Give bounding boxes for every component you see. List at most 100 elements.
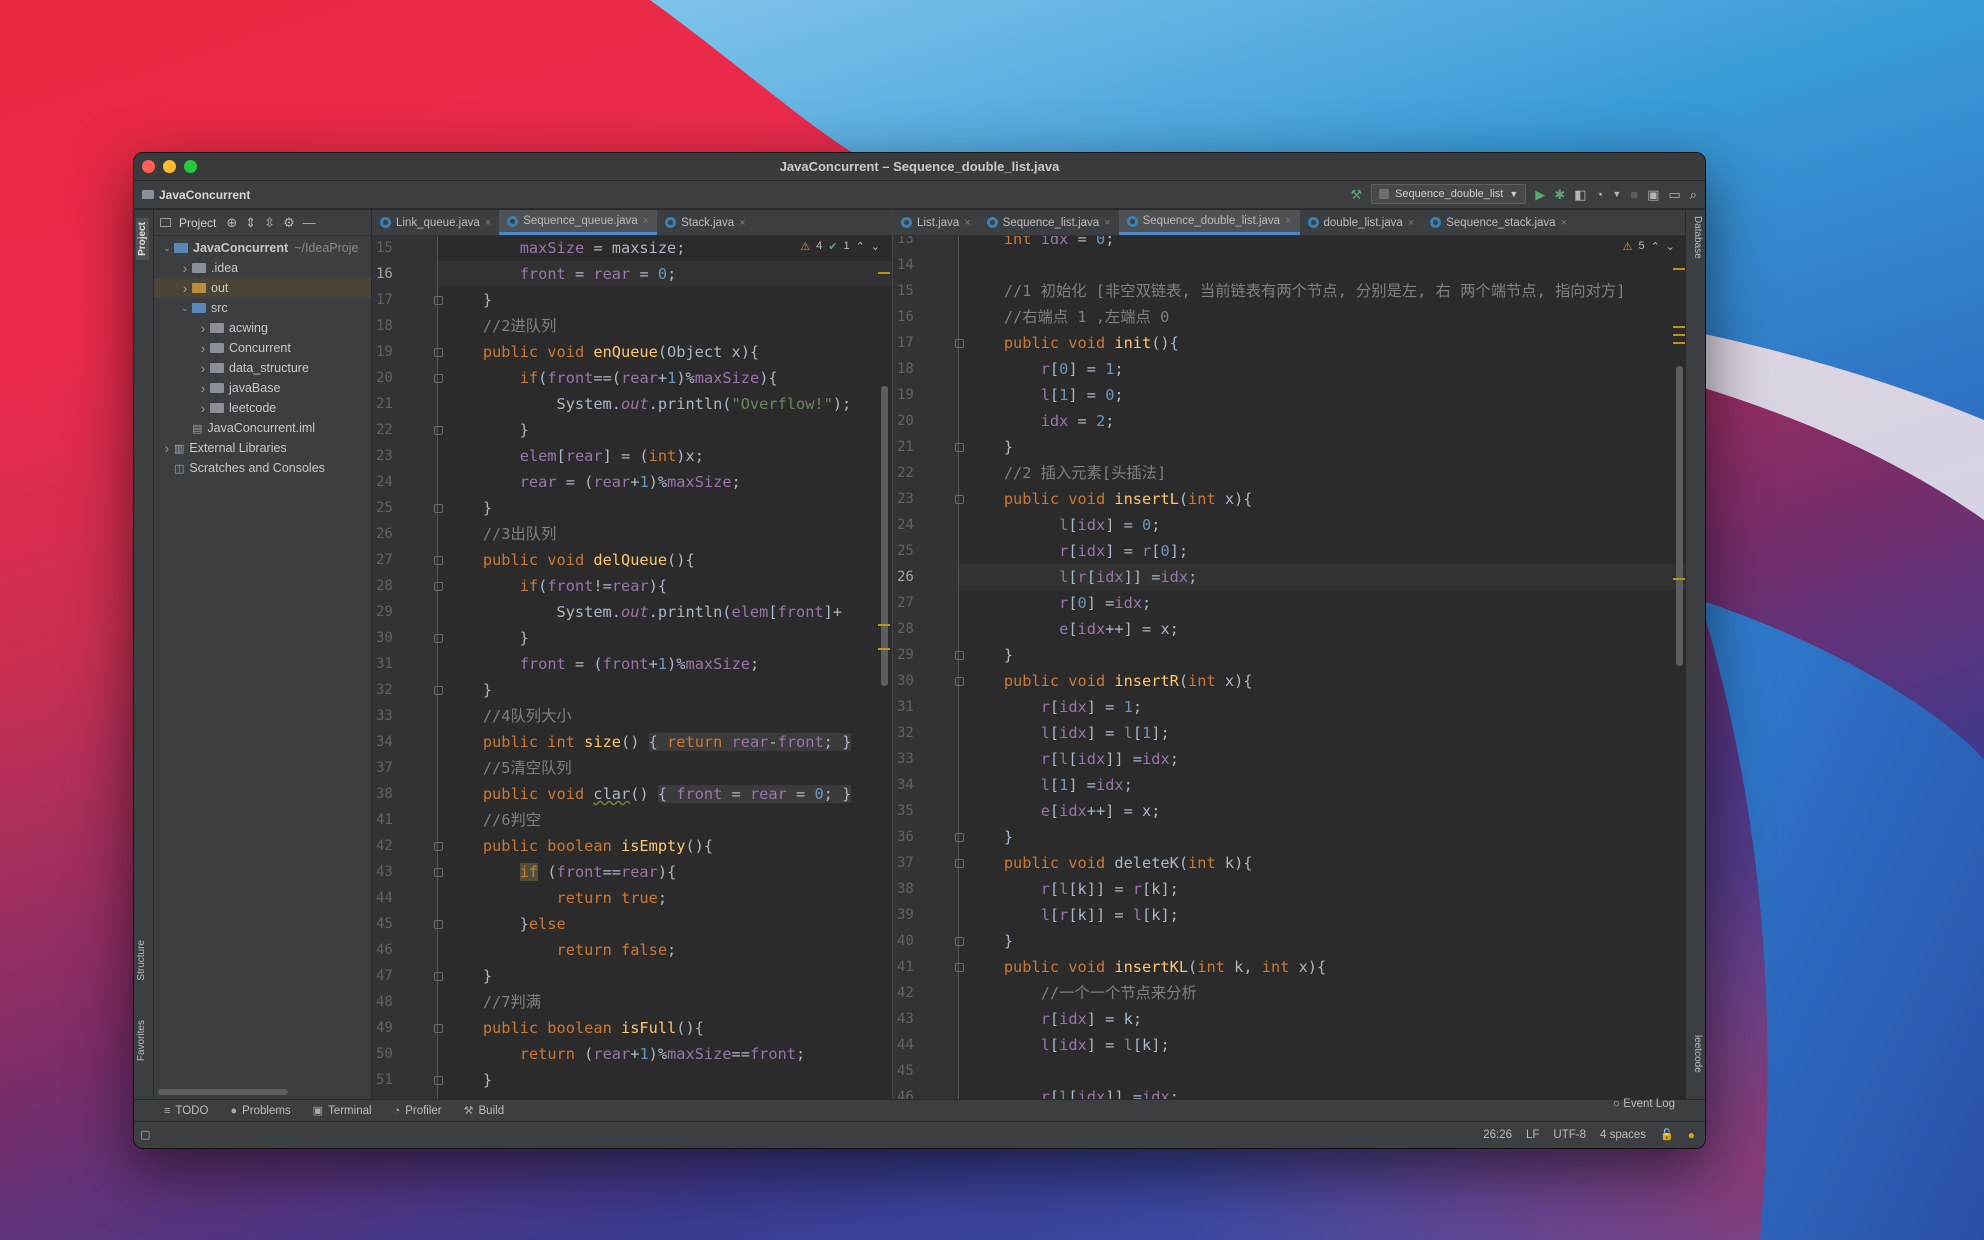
- error-stripe-mark[interactable]: [878, 648, 890, 650]
- error-stripe-mark[interactable]: [878, 624, 890, 626]
- code-line[interactable]: r[idx] = r[0];: [967, 538, 1188, 564]
- fold-marker-icon[interactable]: [955, 937, 964, 946]
- error-stripe-mark[interactable]: [1673, 268, 1685, 270]
- code-line[interactable]: return false;: [446, 937, 677, 963]
- code-line[interactable]: public void insertKL(int k, int x){: [967, 954, 1326, 980]
- code-line[interactable]: }: [446, 287, 492, 313]
- fold-marker-icon[interactable]: [955, 859, 964, 868]
- tab-project-tool[interactable]: Project: [136, 218, 149, 260]
- fold-marker-icon[interactable]: [434, 504, 443, 513]
- vertical-scrollbar[interactable]: [881, 386, 888, 686]
- close-tab-icon[interactable]: ×: [1285, 215, 1291, 227]
- fold-marker-icon[interactable]: [434, 1024, 443, 1033]
- code-line[interactable]: //2 插入元素[头插法]: [967, 460, 1166, 486]
- fold-marker-icon[interactable]: [434, 556, 443, 565]
- fold-marker-icon[interactable]: [955, 651, 964, 660]
- chevron-right-icon[interactable]: ›: [196, 320, 210, 336]
- profile-icon[interactable]: ◔: [1595, 188, 1603, 201]
- vertical-scrollbar[interactable]: [1676, 366, 1683, 666]
- tool-window-button-problems[interactable]: ● Problems: [230, 1105, 290, 1117]
- code-line[interactable]: r[0] =idx;: [967, 590, 1151, 616]
- code-line[interactable]: return (rear+1)%maxSize==front;: [446, 1041, 806, 1067]
- code-line[interactable]: if(front!=rear){: [446, 573, 667, 599]
- editor-tab[interactable]: double_list.java ×: [1300, 210, 1423, 235]
- code-line[interactable]: public void clar() { front = rear = 0; }: [446, 781, 852, 807]
- inspection-widget[interactable]: ⚠ 5 ⌃ ⌄: [1618, 238, 1679, 255]
- caret-position[interactable]: 26:26: [1483, 1129, 1512, 1141]
- chevron-right-icon[interactable]: ›: [196, 340, 210, 356]
- notification-icon[interactable]: ●: [1688, 1129, 1695, 1141]
- code-line[interactable]: public void insertL(int x){: [967, 486, 1253, 512]
- tree-item[interactable]: › acwing: [154, 318, 371, 338]
- fold-marker-icon[interactable]: [434, 1076, 443, 1085]
- project-horizontal-scrollbar[interactable]: [158, 1089, 288, 1095]
- error-stripe-mark[interactable]: [1673, 578, 1685, 580]
- code-line[interactable]: l[1] = 0;: [967, 382, 1124, 408]
- code-line[interactable]: System.out.println("Overflow!");: [446, 391, 852, 417]
- tool-window-button-profiler[interactable]: ◔ Profiler: [394, 1105, 442, 1117]
- close-window-button[interactable]: [142, 160, 155, 173]
- code-line[interactable]: l[idx] = 0;: [967, 512, 1160, 538]
- chevron-down-icon[interactable]: ⌄: [178, 303, 192, 314]
- gear-icon[interactable]: ⚙: [283, 216, 295, 229]
- tab-structure-tool[interactable]: Structure: [136, 940, 147, 981]
- code-line[interactable]: rear = (rear+1)%maxSize;: [446, 469, 741, 495]
- fold-marker-icon[interactable]: [434, 374, 443, 383]
- tab-database-tool[interactable]: Database: [1692, 216, 1703, 259]
- close-tab-icon[interactable]: ×: [643, 215, 649, 227]
- fold-marker-icon[interactable]: [434, 842, 443, 851]
- error-stripe-mark[interactable]: [878, 272, 890, 274]
- code-line[interactable]: }else: [446, 911, 566, 937]
- fold-marker-icon[interactable]: [434, 634, 443, 643]
- chevron-right-icon[interactable]: ›: [196, 360, 210, 376]
- code-line[interactable]: System.out.println(elem[front]+: [446, 599, 843, 625]
- code-line[interactable]: int idx = 0;: [967, 236, 1115, 252]
- layout-toggle-icon[interactable]: ▢: [140, 1129, 150, 1141]
- tool-window-button-terminal[interactable]: ▣ Terminal: [313, 1104, 372, 1118]
- code-line[interactable]: }: [446, 963, 492, 989]
- fold-marker-icon[interactable]: [434, 426, 443, 435]
- code-line[interactable]: public int size() { return rear-front; }: [446, 729, 852, 755]
- chevron-right-icon[interactable]: ›: [196, 400, 210, 416]
- lock-icon[interactable]: 🔓: [1660, 1129, 1674, 1141]
- build-hammer-icon[interactable]: ⚒: [1350, 188, 1362, 201]
- tool-window-button-todo[interactable]: ≡ TODO: [164, 1105, 208, 1117]
- tree-item[interactable]: ◫ Scratches and Consoles: [154, 458, 371, 478]
- fold-marker-icon[interactable]: [955, 443, 964, 452]
- fold-marker-icon[interactable]: [434, 868, 443, 877]
- code-line[interactable]: public void insertR(int x){: [967, 668, 1253, 694]
- window-layout-icon[interactable]: ▭: [1668, 188, 1680, 201]
- tree-item[interactable]: › ▥ External Libraries: [154, 438, 371, 458]
- code-line[interactable]: front = (front+1)%maxSize;: [446, 651, 760, 677]
- zoom-window-button[interactable]: [184, 160, 197, 173]
- error-stripe-mark[interactable]: [1673, 326, 1685, 328]
- search-icon[interactable]: ⌕: [1690, 188, 1697, 201]
- chevron-right-icon[interactable]: ›: [160, 440, 174, 456]
- event-log-button[interactable]: ○ Event Log: [1613, 1098, 1675, 1110]
- code-line[interactable]: e[idx++] = x;: [967, 616, 1179, 642]
- code-line[interactable]: r[l[idx]] =idx;: [967, 746, 1179, 772]
- tree-item[interactable]: ⌄ JavaConcurrent ~/IdeaProje: [154, 238, 371, 258]
- code-line[interactable]: //4队列大小: [446, 703, 572, 729]
- code-line[interactable]: l[idx] = l[k];: [967, 1032, 1170, 1058]
- right-code-editor[interactable]: 13 int idx = 0; 14 15 //1 初始化 [非空双链表, 当前链表…: [893, 236, 1687, 1099]
- code-line[interactable]: //右端点 1 ,左端点 0: [967, 304, 1169, 330]
- chevron-up-icon[interactable]: ⌃: [856, 240, 865, 253]
- code-line[interactable]: l[r[k]] = l[k];: [967, 902, 1179, 928]
- more-run-chevron-icon[interactable]: ▼: [1612, 189, 1621, 199]
- code-line[interactable]: l[1] =idx;: [967, 772, 1133, 798]
- run-icon[interactable]: ▶: [1535, 188, 1545, 201]
- fold-marker-icon[interactable]: [955, 677, 964, 686]
- chevron-right-icon[interactable]: ›: [178, 260, 192, 276]
- code-line[interactable]: r[l[idx]] =idx;: [967, 1084, 1179, 1099]
- tree-item[interactable]: › .idea: [154, 258, 371, 278]
- minimize-window-button[interactable]: [163, 160, 176, 173]
- editor-tab[interactable]: Sequence_queue.java ×: [499, 210, 658, 235]
- chevron-down-icon[interactable]: ⌄: [1666, 240, 1675, 253]
- code-line[interactable]: front = rear = 0;: [446, 261, 677, 287]
- editor-tab[interactable]: List.java ×: [893, 210, 979, 235]
- editor-tab[interactable]: Sequence_double_list.java ×: [1118, 210, 1300, 235]
- close-tab-icon[interactable]: ×: [1561, 217, 1567, 229]
- inspection-widget[interactable]: ⚠ 4 ✔ 1 ⌃ ⌄: [796, 238, 884, 255]
- code-line[interactable]: maxSize = maxsize;: [446, 236, 686, 261]
